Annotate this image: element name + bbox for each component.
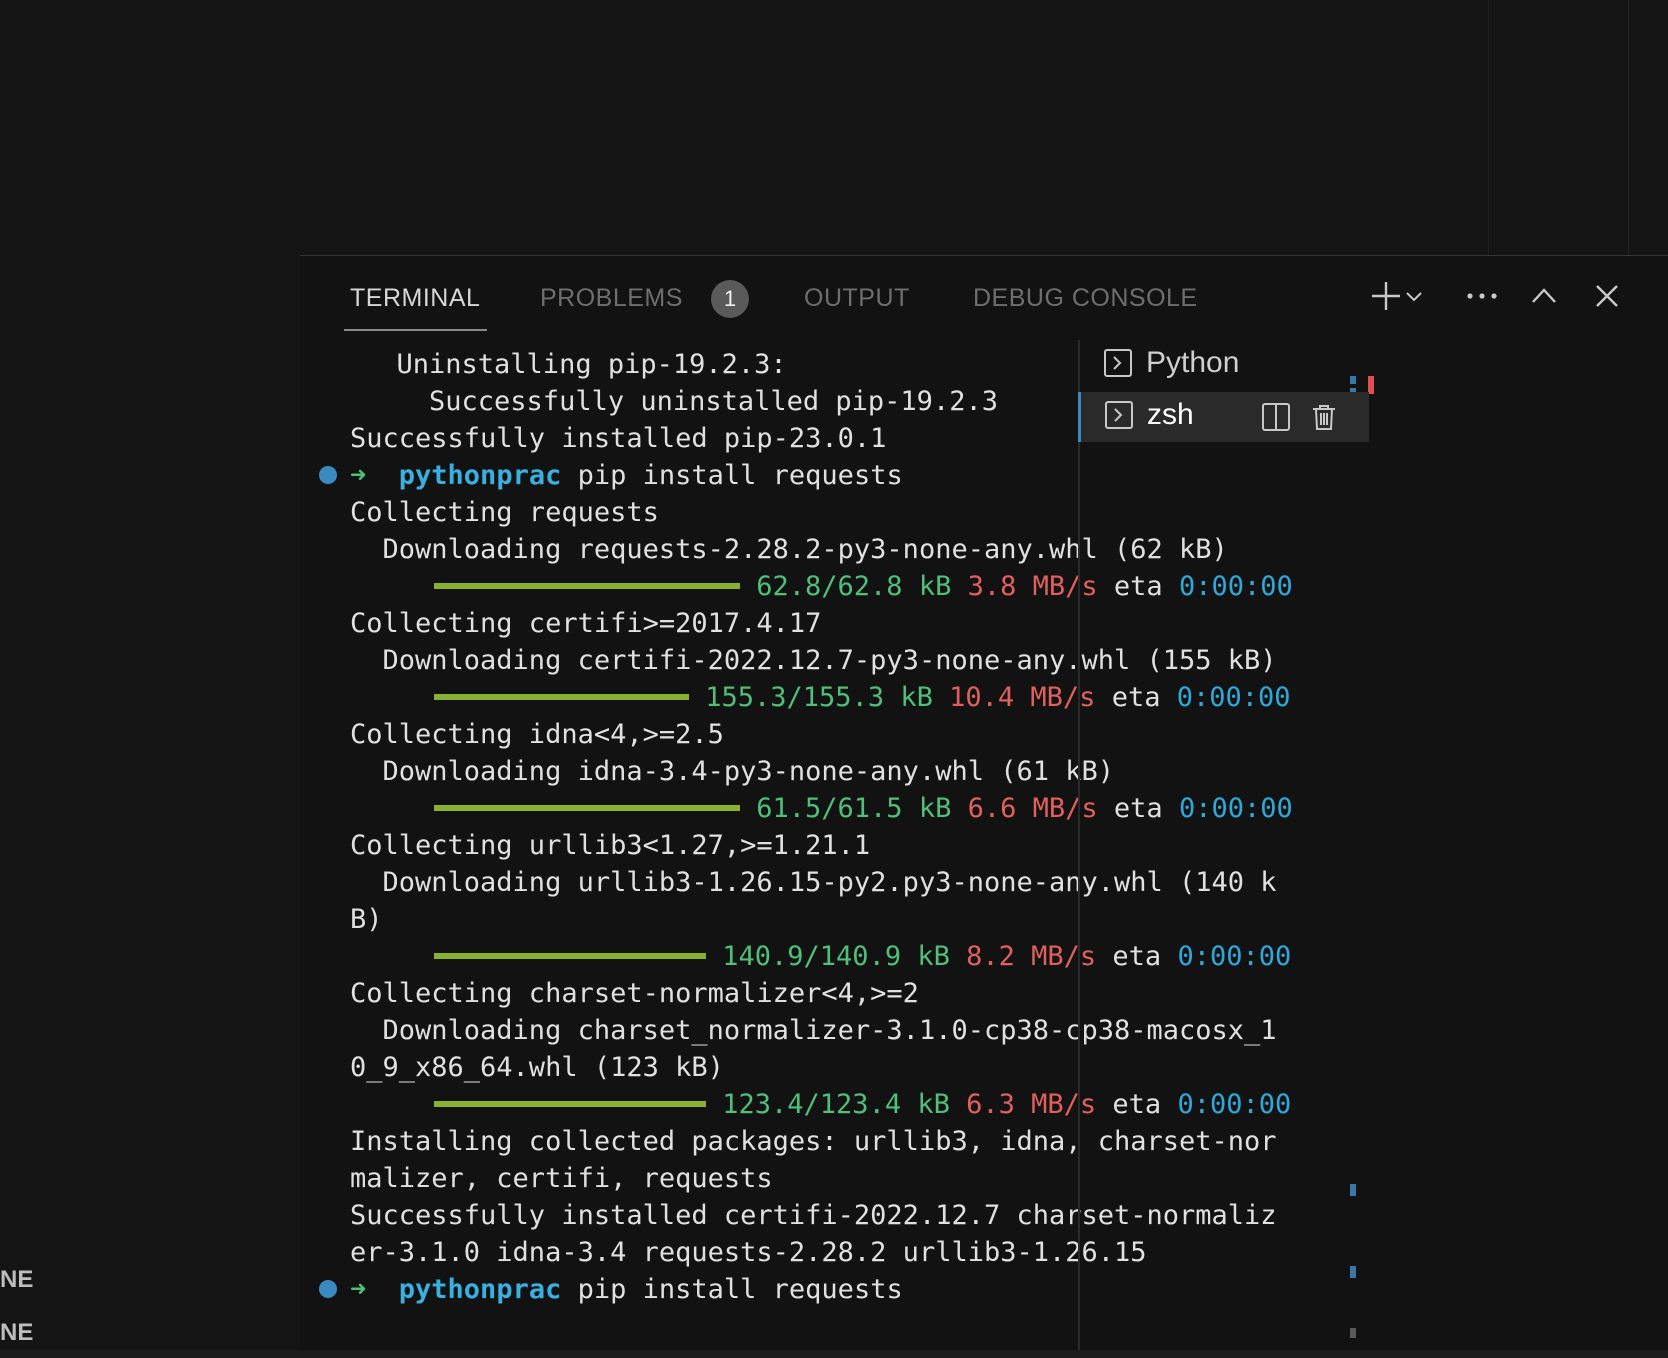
progress-line: 155.3/155.3 kB 10.4 MB/s eta 0:00:00 bbox=[434, 679, 1291, 716]
progress-line: 140.9/140.9 kB 8.2 MB/s eta 0:00:00 bbox=[434, 938, 1291, 975]
chevron-down-icon[interactable] bbox=[1402, 276, 1426, 316]
terminal-line: Collecting idna<4,>=2.5 bbox=[350, 719, 724, 750]
eta-label: eta bbox=[1112, 1089, 1162, 1120]
download-size: 140.9/140.9 kB bbox=[722, 941, 950, 972]
terminal-line: Collecting charset-normalizer<4,>=2 bbox=[350, 978, 919, 1009]
tab-problems[interactable]: PROBLEMS bbox=[540, 284, 683, 313]
command-decoration-dot[interactable] bbox=[319, 466, 337, 484]
scroll-marker bbox=[1350, 1266, 1356, 1278]
terminal-list-item-python[interactable]: Python bbox=[1080, 340, 1368, 390]
terminal-list-label: zsh bbox=[1147, 398, 1194, 431]
eta-label: eta bbox=[1112, 941, 1162, 972]
download-size: 155.3/155.3 kB bbox=[705, 682, 933, 713]
terminal-prompt-line: ➜ pythonprac pip install requests bbox=[350, 457, 903, 494]
prompt-directory: pythonprac bbox=[398, 1274, 562, 1305]
terminal-prompt-line: ➜ pythonprac pip install requests bbox=[350, 1271, 903, 1308]
chevron-up-icon[interactable] bbox=[1524, 276, 1564, 316]
ellipsis-icon[interactable] bbox=[1462, 276, 1502, 316]
terminal-icon bbox=[1104, 349, 1132, 377]
problems-count-badge: 1 bbox=[711, 280, 749, 318]
eta-label: eta bbox=[1113, 571, 1163, 602]
sidebar: NE NE bbox=[0, 256, 300, 1358]
terminal-line: Uninstalling pip-19.2.3: bbox=[364, 349, 787, 380]
terminal-line: Downloading certifi-2022.12.7-py3-none-a… bbox=[350, 645, 1277, 676]
scroll-marker bbox=[1350, 1328, 1356, 1338]
terminal-line: Successfully installed certifi-2022.12.7… bbox=[350, 1200, 1277, 1231]
terminal-line: Downloading requests-2.28.2-py3-none-any… bbox=[350, 534, 1228, 565]
panel-tabbar: TERMINAL PROBLEMS 1 OUTPUT DEBUG CONSOLE bbox=[300, 256, 1668, 331]
status-bar bbox=[0, 1350, 1668, 1358]
eta-value: 0:00:00 bbox=[1177, 941, 1292, 972]
download-size: 62.8/62.8 kB bbox=[756, 571, 952, 602]
progress-line: 123.4/123.4 kB 6.3 MB/s eta 0:00:00 bbox=[434, 1086, 1291, 1123]
terminal-line: Downloading charset_normalizer-3.1.0-cp3… bbox=[350, 1015, 1277, 1046]
plus-icon[interactable] bbox=[1366, 276, 1406, 316]
progress-bar bbox=[434, 804, 740, 811]
trash-icon[interactable] bbox=[1307, 400, 1341, 434]
terminal-line: Downloading idna-3.4-py3-none-any.whl (6… bbox=[350, 756, 1115, 787]
terminal-line: malizer, certifi, requests bbox=[350, 1163, 773, 1194]
terminal-list-label: Python bbox=[1146, 346, 1240, 379]
editor-scroll-border bbox=[1628, 0, 1629, 256]
download-size: 61.5/61.5 kB bbox=[756, 793, 952, 824]
prompt-command: pip install requests bbox=[561, 1274, 903, 1305]
prompt-arrow-icon: ➜ bbox=[350, 1274, 367, 1305]
progress-bar bbox=[434, 952, 706, 959]
progress-bar bbox=[434, 693, 689, 700]
progress-line: 61.5/61.5 kB 6.6 MB/s eta 0:00:00 bbox=[434, 790, 1293, 827]
download-speed: 6.3 MB/s bbox=[966, 1089, 1097, 1120]
eta-value: 0:00:00 bbox=[1178, 793, 1293, 824]
sidebar-section-label[interactable]: NE bbox=[0, 1319, 33, 1347]
tab-terminal[interactable]: TERMINAL bbox=[350, 284, 480, 313]
download-speed: 10.4 MB/s bbox=[949, 682, 1096, 713]
terminal-line: Collecting certifi>=2017.4.17 bbox=[350, 608, 822, 639]
download-speed: 8.2 MB/s bbox=[966, 941, 1097, 972]
terminal-line: B) bbox=[350, 904, 383, 935]
prompt-arrow-icon: ➜ bbox=[350, 460, 367, 491]
prompt-command: pip install requests bbox=[561, 460, 903, 491]
close-icon[interactable] bbox=[1587, 276, 1627, 316]
progress-bar bbox=[434, 1100, 706, 1107]
tab-debug-console[interactable]: DEBUG CONSOLE bbox=[973, 284, 1198, 313]
terminal-output[interactable]: Uninstalling pip-19.2.3: Successfully un… bbox=[300, 346, 1340, 1348]
prompt-directory: pythonprac bbox=[398, 460, 562, 491]
terminal-line: Successfully installed pip-23.0.1 bbox=[350, 423, 887, 454]
terminal-line: er-3.1.0 idna-3.4 requests-2.28.2 urllib… bbox=[350, 1237, 1147, 1268]
eta-label: eta bbox=[1113, 793, 1163, 824]
eta-value: 0:00:00 bbox=[1176, 682, 1291, 713]
progress-line: 62.8/62.8 kB 3.8 MB/s eta 0:00:00 bbox=[434, 568, 1293, 605]
sidebar-section-label[interactable]: NE bbox=[0, 1266, 33, 1294]
tab-output[interactable]: OUTPUT bbox=[804, 284, 910, 313]
command-decoration-dot[interactable] bbox=[319, 1280, 337, 1298]
download-size: 123.4/123.4 kB bbox=[722, 1089, 950, 1120]
editor-area bbox=[0, 0, 1668, 256]
terminal-line: Successfully uninstalled pip-19.2.3 bbox=[364, 386, 998, 417]
eta-label: eta bbox=[1111, 682, 1161, 713]
terminal-line: Collecting urllib3<1.27,>=1.21.1 bbox=[350, 830, 871, 861]
panel: TERMINAL PROBLEMS 1 OUTPUT DEBUG CONSOLE… bbox=[300, 255, 1668, 1351]
terminal-list-item-zsh[interactable]: zsh bbox=[1078, 392, 1369, 442]
terminal-line: Downloading urllib3-1.26.15-py2.py3-none… bbox=[350, 867, 1277, 898]
terminal-line: Collecting requests bbox=[350, 497, 659, 528]
terminal-icon bbox=[1105, 401, 1133, 429]
eta-value: 0:00:00 bbox=[1177, 1089, 1292, 1120]
eta-value: 0:00:00 bbox=[1178, 571, 1293, 602]
progress-bar bbox=[434, 582, 740, 589]
scroll-marker bbox=[1350, 1184, 1356, 1196]
terminal-line: Installing collected packages: urllib3, … bbox=[350, 1126, 1277, 1157]
terminal-line: 0_9_x86_64.whl (123 kB) bbox=[350, 1052, 724, 1083]
editor-minimap-border bbox=[1488, 0, 1489, 256]
terminal-list-border bbox=[1078, 340, 1080, 1350]
active-tab-indicator bbox=[344, 329, 487, 331]
split-icon[interactable] bbox=[1259, 400, 1293, 434]
